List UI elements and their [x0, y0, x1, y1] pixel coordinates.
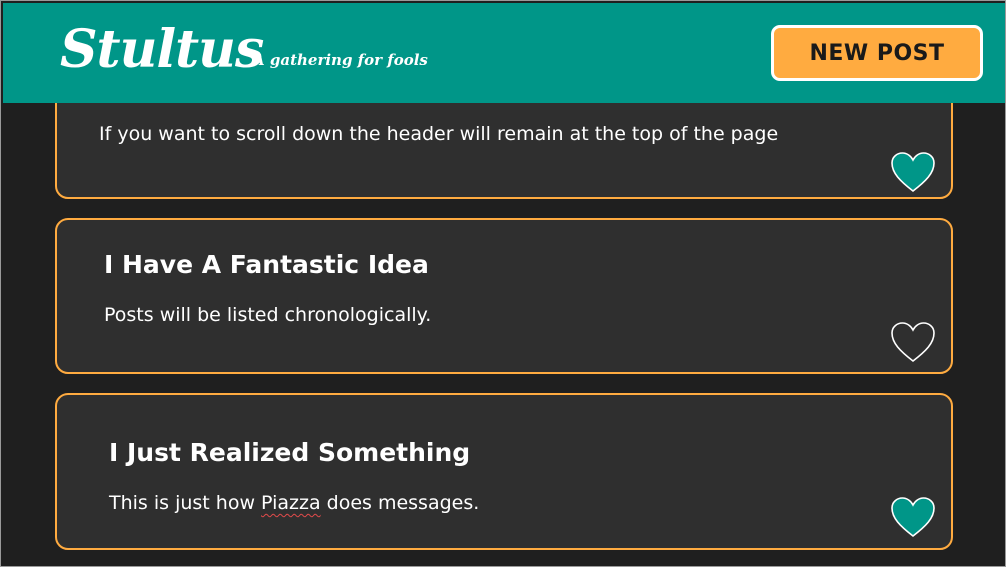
post-body: This is just how Piazza does messages. [109, 492, 479, 514]
post-card: I Have A Fantastic Idea Posts will be li… [55, 218, 953, 374]
site-tagline: A gathering for fools [253, 51, 428, 69]
heart-filled-icon[interactable] [890, 151, 936, 193]
heart-filled-icon[interactable] [890, 496, 936, 538]
post-body-text: This is just how [109, 492, 262, 514]
post-title: I Just Realized Something [109, 438, 471, 467]
site-logo[interactable]: Stultus [60, 15, 264, 85]
post-title: I Have A Fantastic Idea [104, 250, 429, 279]
post-body-text: does messages. [320, 492, 480, 514]
site-header: Stultus A gathering for fools NEW POST [3, 3, 1005, 103]
post-card: I Just Realized Something This is just h… [55, 393, 953, 550]
new-post-button[interactable]: NEW POST [771, 25, 983, 81]
heart-outline-icon[interactable] [890, 321, 936, 363]
post-body: Posts will be listed chronologically. [104, 304, 432, 326]
post-body: If you want to scroll down the header wi… [99, 123, 779, 145]
app-window: If you want to scroll down the header wi… [0, 0, 1006, 567]
misspelled-word: Piazza [261, 492, 321, 514]
